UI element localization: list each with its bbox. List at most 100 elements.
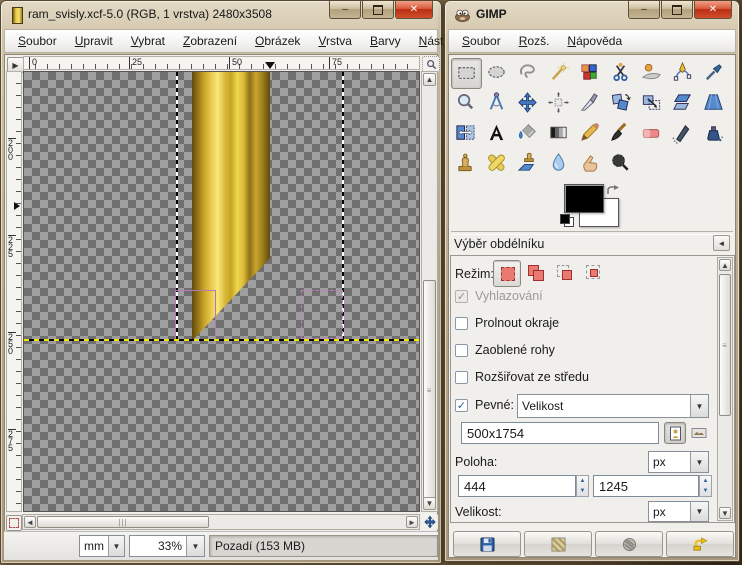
scroll-up-button[interactable]: ▲ [423, 73, 436, 86]
position-unit-arrow[interactable]: ▼ [690, 452, 708, 472]
tool-zoom[interactable] [451, 88, 480, 117]
fixed-dropdown-arrow[interactable]: ▼ [690, 395, 708, 417]
tool-measure[interactable] [482, 88, 511, 117]
save-options-button[interactable] [453, 531, 521, 557]
tool-scale[interactable] [637, 88, 666, 117]
mode-intersect-button[interactable] [580, 260, 606, 285]
tool-perspective-clone[interactable] [513, 148, 542, 177]
tool-text[interactable] [482, 118, 511, 147]
tool-blur-sharpen[interactable] [544, 148, 573, 177]
tool-foreground-select[interactable] [637, 58, 666, 87]
toolbox-menu-npovda[interactable]: Nápověda [558, 31, 631, 51]
menu-zobrazen[interactable]: Zobrazení [174, 31, 246, 51]
position-x-spinner[interactable]: ▲ ▼ [576, 475, 589, 497]
mode-replace-button[interactable] [493, 260, 521, 287]
delete-options-button[interactable] [595, 531, 663, 557]
tool-heal[interactable] [482, 148, 511, 177]
mode-subtract-button[interactable] [551, 260, 577, 285]
horizontal-ruler[interactable]: 0 25 50 75 [23, 56, 420, 70]
tool-eraser[interactable] [637, 118, 666, 147]
image-window-titlebar[interactable]: ram_svisly.xcf-5.0 (RGB, 1 vrstva) 2480x… [1, 1, 441, 28]
unit-select[interactable]: mm ▼ [79, 535, 125, 557]
tool-dodge-burn[interactable] [606, 148, 635, 177]
hscroll-thumb[interactable]: ||| [37, 516, 209, 528]
tool-color-picker[interactable] [699, 58, 728, 87]
tool-airbrush[interactable] [668, 118, 697, 147]
tool-gradient[interactable] [544, 118, 573, 147]
toolbox-maximize-button[interactable] [661, 1, 693, 19]
vscroll-thumb[interactable]: ≡ [423, 280, 436, 500]
tool-crop[interactable] [575, 88, 604, 117]
image-canvas[interactable] [23, 71, 420, 512]
quick-mask-button[interactable] [6, 515, 22, 531]
scroll-left-button[interactable]: ◄ [24, 516, 36, 528]
toolbox-menu-soubor[interactable]: Soubor [453, 31, 510, 51]
toolbox-menu-roz[interactable]: Rozš. [510, 31, 559, 51]
zoom-follows-window-button[interactable] [422, 56, 440, 72]
tool-pencil[interactable] [575, 118, 604, 147]
menu-vrstva[interactable]: Vrstva [309, 31, 361, 51]
minimize-button[interactable]: – [329, 1, 361, 19]
default-colors-icon[interactable] [560, 214, 574, 227]
menu-upravit[interactable]: Upravit [66, 31, 122, 51]
menu-vybrat[interactable]: Vybrat [122, 31, 174, 51]
selection-handle-bottom-right[interactable] [301, 290, 343, 339]
tool-perspective[interactable] [699, 88, 728, 117]
menu-soubor[interactable]: Soubor [9, 31, 66, 51]
fixed-option-select[interactable]: Velikost ▼ [517, 394, 709, 418]
panel-collapse-button[interactable]: ◄ [713, 235, 730, 251]
tool-scissors-select[interactable] [606, 58, 635, 87]
reset-options-button[interactable] [666, 531, 734, 557]
position-x-input[interactable]: 444 [458, 475, 576, 497]
scroll-right-button[interactable]: ► [406, 516, 418, 528]
options-scroll-up[interactable]: ▲ [719, 259, 731, 271]
menu-barvy[interactable]: Barvy [361, 31, 410, 51]
mode-add-button[interactable] [522, 260, 548, 285]
checkbox-2[interactable] [455, 317, 468, 330]
tool-paths[interactable] [668, 58, 697, 87]
checkbox-1[interactable]: ✓ [455, 290, 468, 303]
tool-fuzzy-select[interactable] [544, 58, 573, 87]
position-y-input[interactable]: 1245 [593, 475, 699, 497]
tool-smudge[interactable] [575, 148, 604, 177]
landscape-orientation-button[interactable] [688, 423, 710, 443]
portrait-orientation-button[interactable] [664, 422, 686, 444]
tool-ellipse-select[interactable] [482, 58, 511, 87]
tool-paintbrush[interactable] [606, 118, 635, 147]
position-y-spinner[interactable]: ▲ ▼ [699, 475, 712, 497]
navigation-button[interactable] [422, 514, 438, 530]
zoom-select[interactable]: 33% ▼ [129, 535, 205, 557]
toolbox-minimize-button[interactable]: – [628, 1, 660, 19]
maximize-button[interactable] [362, 1, 394, 19]
scroll-down-button[interactable]: ▼ [423, 497, 436, 510]
vertical-ruler[interactable]: 200 225 250 275 [6, 71, 22, 512]
fixed-checkbox[interactable]: ✓ [455, 399, 468, 412]
tool-clone[interactable] [451, 148, 480, 177]
close-button[interactable]: ✕ [395, 1, 433, 19]
tool-free-select[interactable] [513, 58, 542, 87]
canvas-hscrollbar[interactable]: ◄ ||| ► [22, 514, 420, 530]
canvas-vscrollbar[interactable]: ▲ ≡ ▼ [421, 71, 438, 512]
options-scroll-thumb[interactable]: ≡ [719, 274, 731, 416]
position-unit-select[interactable]: px ▼ [648, 451, 709, 473]
tool-move[interactable] [513, 88, 542, 117]
tool-align[interactable] [544, 88, 573, 117]
fixed-size-input[interactable]: 500x1754 [461, 422, 659, 444]
foreground-color-swatch[interactable] [564, 184, 604, 213]
toolbox-close-button[interactable]: ✕ [694, 1, 732, 19]
tool-rotate[interactable] [606, 88, 635, 117]
unit-dropdown-arrow[interactable]: ▼ [108, 536, 124, 556]
swap-colors-icon[interactable] [606, 185, 620, 198]
options-scroll-down[interactable]: ▼ [719, 507, 731, 519]
checkbox-4[interactable] [455, 371, 468, 384]
zoom-dropdown-arrow[interactable]: ▼ [186, 536, 204, 556]
tool-shear[interactable] [668, 88, 697, 117]
checkbox-3[interactable] [455, 344, 468, 357]
options-scrollbar[interactable]: ▲ ≡ ▼ [717, 257, 733, 521]
menu-obrzek[interactable]: Obrázek [246, 31, 309, 51]
tool-ink[interactable] [699, 118, 728, 147]
toolbox-titlebar[interactable]: GIMP – ✕ [445, 1, 739, 28]
restore-options-button[interactable] [524, 531, 592, 557]
tool-rect-select[interactable] [451, 58, 482, 89]
tool-flip[interactable] [451, 118, 480, 147]
